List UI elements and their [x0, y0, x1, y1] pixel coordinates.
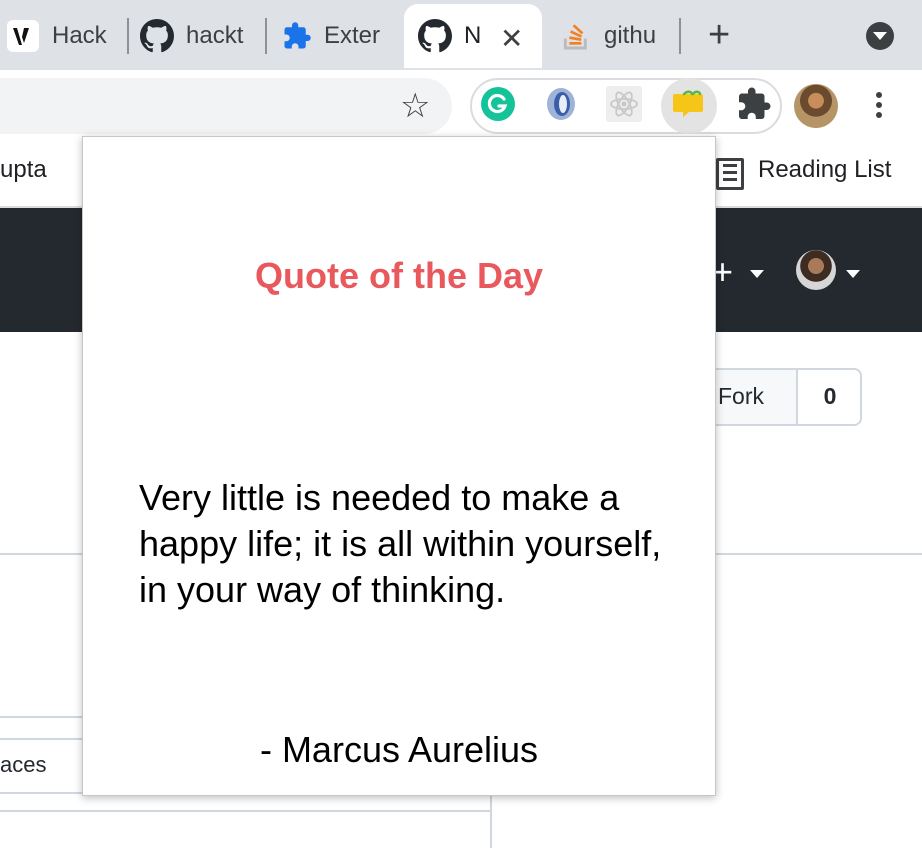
tab-hack[interactable]: Hack — [0, 4, 124, 68]
tab-extensions[interactable]: Exter — [282, 4, 388, 68]
v-logo-icon — [7, 20, 39, 52]
reading-list-icon — [716, 158, 744, 190]
react-devtools-icon[interactable] — [606, 86, 642, 122]
quote-extension-icon[interactable] — [671, 86, 707, 122]
ring-extension-icon[interactable] — [543, 86, 579, 122]
tab-label: hackt — [186, 22, 244, 49]
tab-active[interactable]: N ✕ — [404, 4, 542, 68]
extensions-puzzle-icon[interactable] — [736, 86, 772, 122]
fork-label: Fork — [718, 383, 764, 409]
address-bar[interactable] — [0, 78, 452, 134]
tab-separator — [127, 18, 129, 54]
bookmark-star-icon[interactable]: ☆ — [400, 88, 430, 124]
profile-avatar[interactable] — [794, 84, 838, 128]
chevron-down-icon — [846, 270, 860, 278]
tab-separator — [265, 18, 267, 54]
close-tab-icon[interactable]: ✕ — [500, 24, 523, 54]
grammarly-icon[interactable] — [480, 86, 516, 122]
bookmark-item[interactable]: upta — [0, 156, 47, 184]
github-icon — [418, 19, 452, 53]
github-user-avatar[interactable] — [796, 250, 836, 290]
browser-toolbar: ☆ — [0, 70, 922, 140]
tab-search-dropdown-icon[interactable] — [866, 22, 894, 50]
quote-popup: Quote of the Day Very little is needed t… — [82, 136, 716, 796]
reading-list-button[interactable]: Reading List — [758, 156, 891, 184]
more-menu-icon[interactable] — [876, 92, 882, 122]
tab-label: githu — [604, 22, 657, 49]
tab-label: Hack — [52, 22, 107, 49]
tab-separator — [679, 18, 681, 54]
fork-count[interactable]: 0 — [796, 370, 860, 424]
spaces-tab[interactable]: aces — [0, 752, 46, 778]
tab-github[interactable]: githu — [558, 4, 670, 68]
tab-label: Exter — [324, 22, 381, 49]
panel-divider — [0, 810, 492, 812]
github-icon — [140, 19, 174, 53]
tab-label: N — [464, 22, 482, 49]
tab-strip: Hack hackt Exter N ✕ githu + — [0, 0, 922, 70]
quote-author: - Marcus Aurelius — [259, 729, 539, 770]
puzzle-icon — [284, 22, 311, 49]
tab-hackt[interactable]: hackt — [140, 4, 252, 68]
new-tab-plus-icon[interactable]: + — [708, 16, 730, 54]
popup-title: Quote of the Day — [254, 255, 544, 296]
chevron-down-icon — [750, 270, 764, 278]
quote-text: Very little is needed to make a happy li… — [139, 477, 662, 610]
stackoverflow-icon — [563, 24, 587, 50]
